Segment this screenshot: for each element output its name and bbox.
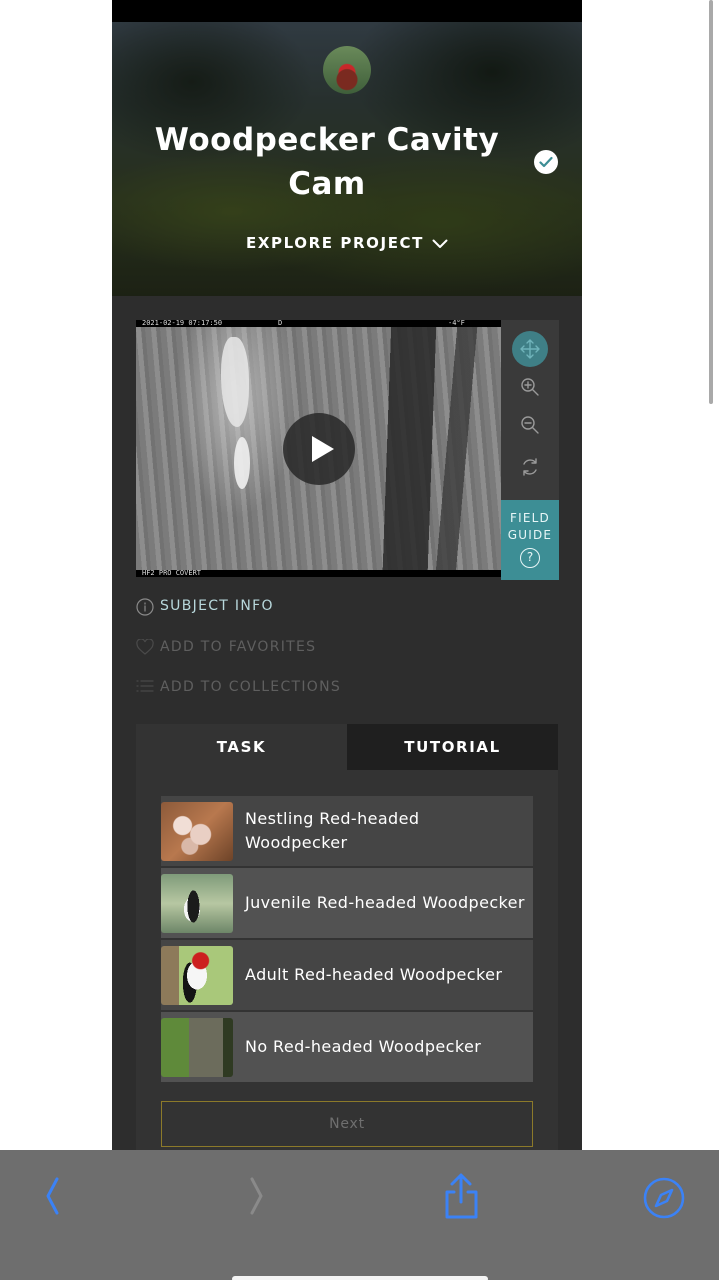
zoom-in-button[interactable] [512,369,548,405]
project-title[interactable]: Woodpecker Cavity Cam [152,118,502,206]
share-button[interactable] [439,1172,483,1219]
task-panel: TASK TUTORIAL Nestling Red-headed Woodpe… [136,724,558,1150]
play-icon [312,436,334,462]
move-arrows-icon [520,339,540,359]
zoom-out-icon [521,416,539,434]
answer-label: Nestling Red-headed Woodpecker [245,809,420,852]
chevron-left-icon [46,1177,59,1215]
answer-label: Adult Red-headed Woodpecker [245,965,503,984]
camera-model-strip: HF2 PRO COVERT [136,570,501,577]
chevron-right-icon [250,1177,263,1215]
back-button[interactable] [30,1176,74,1220]
share-icon [445,1173,478,1219]
zoom-out-button[interactable] [512,407,548,443]
explore-project-button[interactable]: EXPLORE PROJECT [112,234,582,253]
answer-option-nestling[interactable]: Nestling Red-headed Woodpecker [161,796,533,866]
info-icon [136,598,154,622]
help-icon: ? [520,548,540,568]
explore-project-label: EXPLORE PROJECT [246,234,424,252]
snow-patch [234,437,250,489]
check-circle-icon [534,150,558,174]
answer-label: Juvenile Red-headed Woodpecker [245,893,525,912]
list-icon [136,679,154,699]
browser-toolbar [0,1150,719,1280]
zoom-in-icon [521,378,539,396]
add-to-collections-label: ADD TO COLLECTIONS [160,679,342,695]
compass-icon [643,1177,685,1219]
subject-info-label: SUBJECT INFO [160,598,274,614]
viewer-controls [501,320,559,500]
camera-mode: D [278,320,283,327]
classifier-column: Woodpecker Cavity Cam EXPLORE PROJECT 20… [112,0,582,1150]
add-to-favorites-label: ADD TO FAVORITES [160,639,317,655]
play-button[interactable] [283,413,355,485]
camera-info-strip: 2021-02-19 07:17:50 D -4°F [136,320,501,327]
camera-temperature: -4°F [448,320,465,327]
snow-patch [221,337,249,427]
move-button[interactable] [512,331,548,367]
field-guide-button[interactable]: FIELD GUIDE ? [501,500,559,580]
answer-thumbnail [161,1018,233,1077]
heart-icon [136,638,154,661]
compass-button[interactable] [642,1176,686,1220]
answer-label: No Red-headed Woodpecker [245,1037,482,1056]
page: Woodpecker Cavity Cam EXPLORE PROJECT 20… [0,0,719,1280]
answer-option-adult[interactable]: Adult Red-headed Woodpecker [161,940,533,1010]
tab-tutorial[interactable]: TUTORIAL [347,724,558,770]
subject-viewer[interactable]: 2021-02-19 07:17:50 D -4°F HF2 PRO COVER… [136,320,501,577]
tab-task[interactable]: TASK [136,724,347,770]
project-hero: Woodpecker Cavity Cam EXPLORE PROJECT [112,22,582,296]
field-guide-label: FIELD GUIDE [507,511,553,542]
answer-thumbnail [161,874,233,933]
answer-option-juvenile[interactable]: Juvenile Red-headed Woodpecker [161,868,533,938]
home-indicator [232,1276,488,1280]
rotate-icon [523,458,537,476]
camera-timestamp: 2021-02-19 07:17:50 [142,320,223,327]
project-avatar[interactable] [323,46,371,94]
top-bar [112,0,582,22]
camera-model: HF2 PRO COVERT [142,569,202,577]
chevron-down-icon [432,235,448,253]
answer-option-none[interactable]: No Red-headed Woodpecker [161,1012,533,1082]
page-scrollbar[interactable] [709,0,713,404]
next-button[interactable]: Next [161,1101,533,1147]
forward-button[interactable] [238,1176,282,1220]
answer-thumbnail [161,802,233,861]
rotate-button[interactable] [512,449,548,485]
answer-thumbnail [161,946,233,1005]
